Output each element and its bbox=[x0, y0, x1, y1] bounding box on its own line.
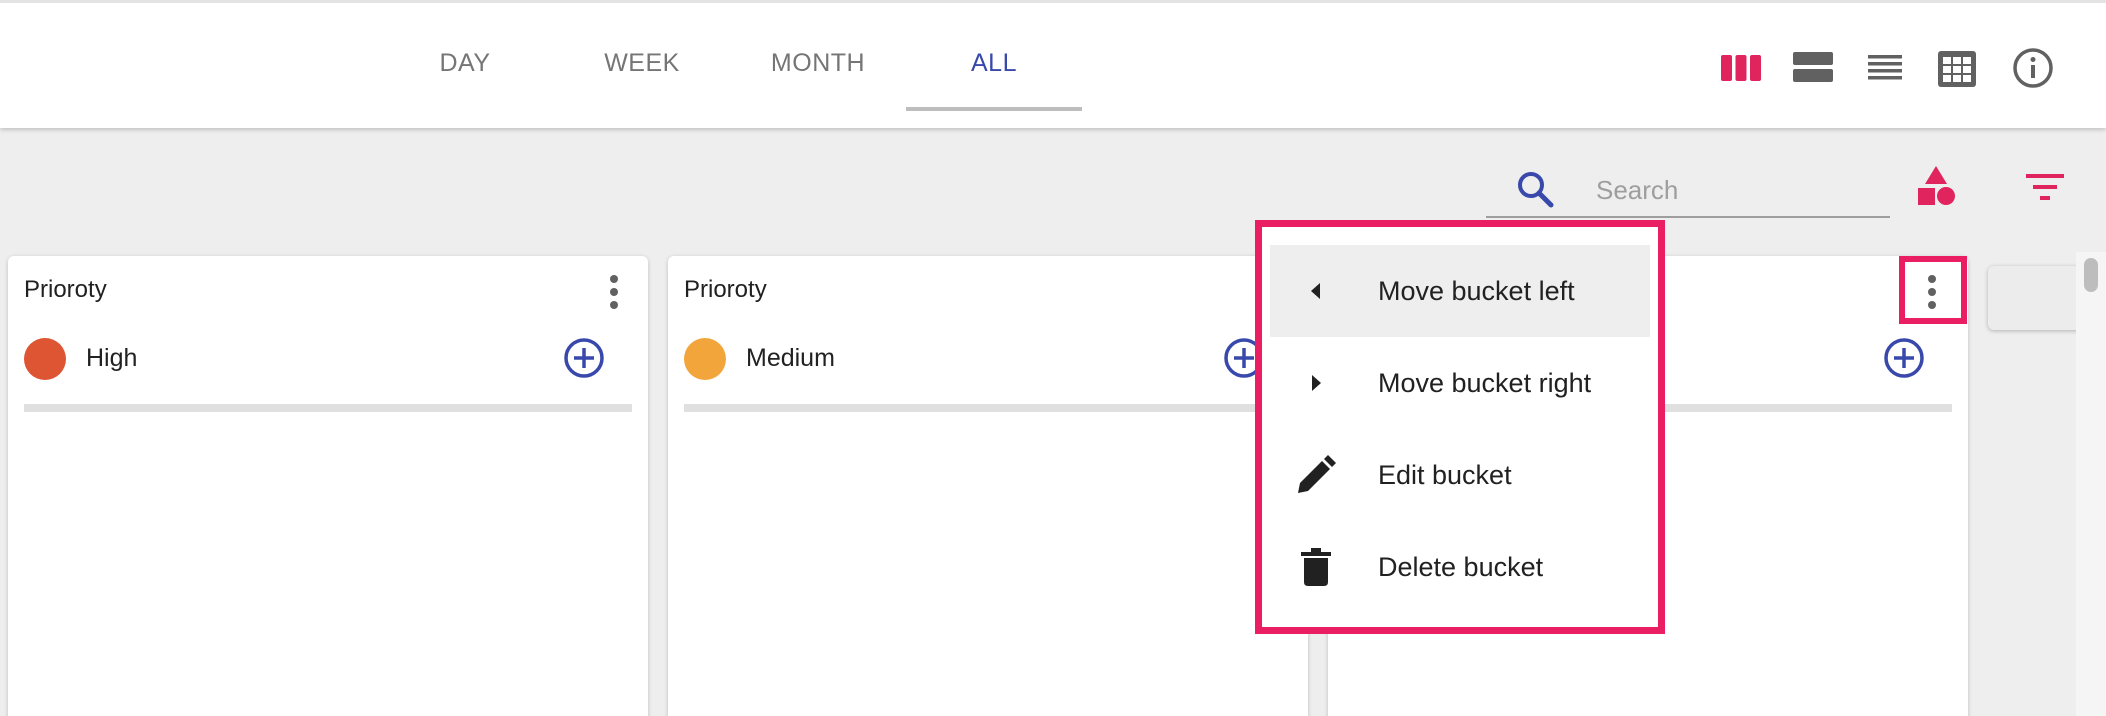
filter-icon[interactable] bbox=[2024, 170, 2066, 211]
bucket-context-menu: Move bucket left Move bucket right Edit … bbox=[1255, 220, 1665, 634]
search-icon[interactable] bbox=[1514, 168, 1556, 215]
columns-view-icon[interactable] bbox=[1720, 47, 1762, 92]
search-bar bbox=[1486, 162, 1890, 218]
bucket-label: Medium bbox=[746, 344, 835, 372]
priority-color-dot bbox=[684, 338, 726, 380]
info-icon[interactable] bbox=[2012, 47, 2054, 94]
top-bar: DAY WEEK MONTH ALL bbox=[0, 0, 2106, 128]
bucket-card-medium: Prioroty Medium bbox=[668, 256, 1308, 716]
grid-view-icon[interactable] bbox=[1936, 47, 1978, 94]
scroll-thumb[interactable] bbox=[2084, 258, 2098, 292]
menu-item-label: Edit bucket bbox=[1378, 459, 1512, 490]
arrow-right-icon bbox=[1296, 363, 1336, 403]
arrow-left-icon bbox=[1296, 271, 1336, 311]
active-tab-indicator bbox=[906, 107, 1082, 111]
add-task-button[interactable] bbox=[562, 336, 606, 385]
list-view-icon[interactable] bbox=[1866, 47, 1904, 92]
bucket-title: Prioroty bbox=[24, 276, 107, 303]
priority-color-dot bbox=[24, 338, 66, 380]
menu-item-label: Move bucket right bbox=[1378, 367, 1592, 398]
menu-item-move-right[interactable]: Move bucket right bbox=[1270, 337, 1650, 429]
bucket-card-high: Prioroty High bbox=[8, 256, 648, 716]
trash-icon bbox=[1296, 547, 1336, 587]
menu-list: Move bucket left Move bucket right Edit … bbox=[1270, 245, 1650, 613]
tab-all[interactable]: ALL bbox=[944, 49, 1044, 78]
bucket-divider bbox=[24, 404, 632, 412]
bucket-title: Prioroty bbox=[684, 276, 767, 303]
bucket-label: High bbox=[86, 344, 138, 372]
tab-week[interactable]: WEEK bbox=[596, 49, 688, 78]
bucket-divider bbox=[684, 404, 1292, 412]
menu-item-label: Move bucket left bbox=[1378, 275, 1575, 306]
shapes-icon[interactable] bbox=[1914, 164, 1960, 215]
scrollbar[interactable] bbox=[2076, 252, 2106, 716]
pencil-icon bbox=[1296, 455, 1336, 495]
kebab-highlight-outline bbox=[1899, 256, 1967, 324]
rows-view-icon[interactable] bbox=[1792, 47, 1834, 92]
tab-day[interactable]: DAY bbox=[420, 49, 510, 78]
next-bucket-card[interactable] bbox=[1988, 266, 2088, 330]
add-task-button[interactable] bbox=[1882, 336, 1926, 385]
search-input[interactable] bbox=[1596, 170, 1876, 210]
menu-item-edit[interactable]: Edit bucket bbox=[1270, 429, 1650, 521]
bucket-menu-button[interactable] bbox=[596, 270, 632, 314]
tab-month[interactable]: MONTH bbox=[760, 49, 876, 78]
menu-item-delete[interactable]: Delete bucket bbox=[1270, 521, 1650, 613]
menu-item-move-left[interactable]: Move bucket left bbox=[1270, 245, 1650, 337]
menu-item-label: Delete bucket bbox=[1378, 551, 1544, 582]
